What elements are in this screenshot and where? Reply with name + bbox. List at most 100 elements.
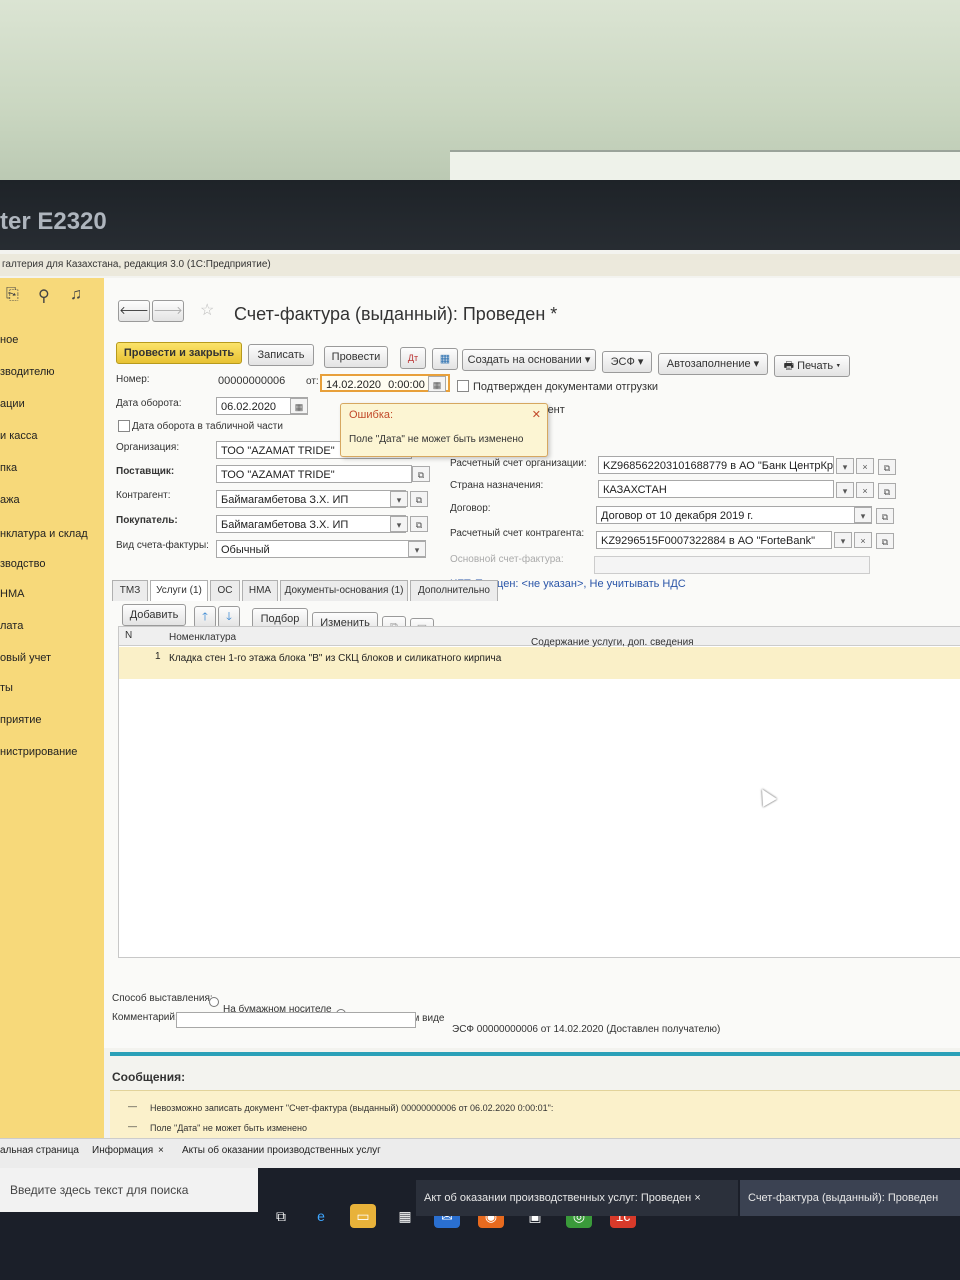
close-icon[interactable]: × (158, 1145, 164, 1156)
file-explorer-icon[interactable]: ▭ (350, 1204, 376, 1228)
supplier-value: ТОО "AZAMAT TRIDE" (221, 469, 335, 481)
contract-field[interactable]: Договор от 10 декабря 2019 г. (596, 506, 872, 524)
clear-icon[interactable]: × (856, 482, 874, 498)
turnover-in-table-checkbox[interactable] (118, 420, 130, 432)
chevron-down-icon[interactable]: ▾ (408, 541, 426, 557)
movements-button[interactable]: Дт (400, 347, 426, 369)
open-icon[interactable]: ⧉ (410, 516, 428, 532)
open-icon[interactable]: ⧉ (410, 491, 428, 507)
section-item[interactable]: зводителю (0, 366, 55, 378)
save-button[interactable]: Записать (248, 344, 314, 366)
section-item[interactable]: зводство (0, 558, 45, 570)
chevron-down-icon[interactable]: ▾ (854, 507, 872, 523)
invoice-type-label: Вид счета-фактуры: (116, 540, 209, 551)
tab-os[interactable]: ОС (210, 580, 240, 601)
buyer-field[interactable]: Баймагамбетова З.Х. ИП (216, 515, 406, 533)
clear-icon[interactable]: × (856, 458, 874, 474)
message-item[interactable]: Поле "Дата" не может быть изменено (150, 1123, 307, 1133)
tab-nma[interactable]: НМА (242, 580, 278, 601)
move-down-button[interactable]: 🡓 (218, 606, 240, 628)
app-title: галтерия для Казахстана, редакция 3.0 (1… (0, 254, 960, 276)
chevron-down-icon[interactable]: ▾ (390, 491, 408, 507)
chevron-down-icon[interactable]: ▾ (390, 516, 408, 532)
history-icon[interactable]: ⎘ (6, 286, 19, 304)
section-item[interactable]: НМА (0, 588, 24, 600)
paper-radio[interactable] (209, 997, 219, 1007)
tab-tmz[interactable]: ТМЗ (112, 580, 148, 601)
autofill-button[interactable]: Автозаполнение ▾ (658, 353, 768, 375)
print-button[interactable]: 🖶 Печать ▾ (774, 355, 850, 377)
open-tab-info[interactable]: Информация (92, 1145, 153, 1156)
section-item[interactable]: лата (0, 620, 23, 632)
organization-value: ТОО "AZAMAT TRIDE" (221, 445, 335, 457)
open-windows-bar: альная страница Информация × Акты об ока… (0, 1138, 960, 1169)
comment-field[interactable] (176, 1012, 416, 1028)
add-row-button[interactable]: Добавить (122, 604, 186, 626)
task-view-icon[interactable]: ⧉ (268, 1204, 294, 1228)
turnover-in-table-label: Дата оборота в табличной части (132, 421, 283, 432)
open-icon[interactable]: ⧉ (412, 466, 430, 482)
counterparty-label: Контрагент: (116, 490, 171, 501)
post-and-close-button[interactable]: Провести и закрыть (116, 342, 242, 364)
section-item[interactable]: ажа (0, 494, 20, 506)
open-tab-act[interactable]: Акт об оказании производственных услуг: … (416, 1180, 738, 1216)
country-field[interactable]: КАЗАХСТАН (598, 480, 834, 498)
printer-icon: 🖶 (783, 360, 795, 372)
close-icon[interactable]: × (694, 1192, 700, 1204)
section-item[interactable]: ации (0, 398, 25, 410)
clear-icon[interactable]: × (854, 532, 872, 548)
tab-services[interactable]: Услуги (1) (150, 580, 208, 601)
tab-additional[interactable]: Дополнительно (410, 580, 498, 601)
message-item[interactable]: Невозможно записать документ "Счет-факту… (150, 1103, 553, 1113)
org-account-field[interactable]: KZ968562203101688779 в АО "Банк ЦентрКр (598, 456, 834, 474)
esf-status[interactable]: ЭСФ 00000000006 от 14.02.2020 (Доставлен… (452, 1024, 720, 1035)
open-icon[interactable]: ⧉ (878, 459, 896, 475)
chevron-down-icon[interactable]: ▾ (836, 458, 854, 474)
open-icon[interactable]: ⧉ (876, 533, 894, 549)
structure-button[interactable]: ▦ (432, 348, 458, 370)
section-item[interactable]: нистрирование (0, 746, 77, 758)
supplier-field[interactable]: ТОО "AZAMAT TRIDE" (216, 465, 412, 483)
open-tab-home[interactable]: альная страница (0, 1145, 79, 1156)
section-item[interactable]: ное (0, 334, 18, 346)
tab-base-documents[interactable]: Документы-основания (1) (280, 580, 408, 601)
counterparty-field[interactable]: Баймагамбетова З.Х. ИП (216, 490, 406, 508)
section-item[interactable]: ты (0, 682, 13, 694)
forward-button[interactable]: 🡒 (152, 300, 184, 322)
confirmed-checkbox[interactable] (457, 380, 469, 392)
section-item[interactable]: нклатура и склад (0, 528, 88, 540)
country-label: Страна назначения: (450, 480, 544, 491)
chevron-down-icon[interactable]: ▾ (834, 532, 852, 548)
section-item[interactable]: и касса (0, 430, 38, 442)
close-icon[interactable]: ✕ (532, 408, 541, 421)
section-item[interactable]: приятие (0, 714, 41, 726)
open-icon[interactable]: ⧉ (878, 483, 896, 499)
error-message: Поле "Дата" не может быть изменено (349, 434, 524, 445)
calendar-icon[interactable]: ▦ (290, 398, 308, 414)
invoice-type-value: Обычный (221, 544, 270, 556)
table-row[interactable]: 1 Кладка стен 1-го этажа блока "В" из СК… (119, 647, 960, 679)
cp-account-field[interactable]: KZ9296515F0007322884 в АО "ForteBank" (596, 531, 832, 549)
section-item[interactable]: овый учет (0, 652, 51, 664)
open-icon[interactable]: ⧉ (876, 508, 894, 524)
star-icon[interactable]: ☆ (200, 300, 214, 320)
section-item[interactable]: пка (0, 462, 17, 474)
open-tab-invoice[interactable]: Счет-фактура (выданный): Проведен (740, 1180, 960, 1216)
invoice-type-field[interactable]: Обычный (216, 540, 426, 558)
bell-icon[interactable]: ♫ (70, 286, 82, 304)
chevron-down-icon[interactable]: ▾ (836, 482, 854, 498)
back-button[interactable]: 🡐 (118, 300, 150, 322)
post-button[interactable]: Провести (324, 346, 388, 368)
calendar-icon[interactable]: ▦ (428, 376, 446, 392)
number-value[interactable]: 00000000006 (218, 375, 285, 387)
edge-icon[interactable]: e (308, 1204, 334, 1228)
taskbar-search[interactable]: Введите здесь текст для поиска (0, 1168, 258, 1212)
move-up-button[interactable]: 🡑 (194, 606, 216, 628)
messages-panel: — Невозможно записать документ "Счет-фак… (110, 1090, 960, 1139)
open-tab-acts[interactable]: Акты об оказании производственных услуг (182, 1145, 381, 1156)
store-icon[interactable]: ▦ (392, 1204, 418, 1228)
create-based-button[interactable]: Создать на основании ▾ (462, 349, 596, 371)
search-icon[interactable]: ⚲ (38, 286, 50, 306)
row-number: 1 (155, 651, 161, 662)
esf-button[interactable]: ЭСФ ▾ (602, 351, 652, 373)
